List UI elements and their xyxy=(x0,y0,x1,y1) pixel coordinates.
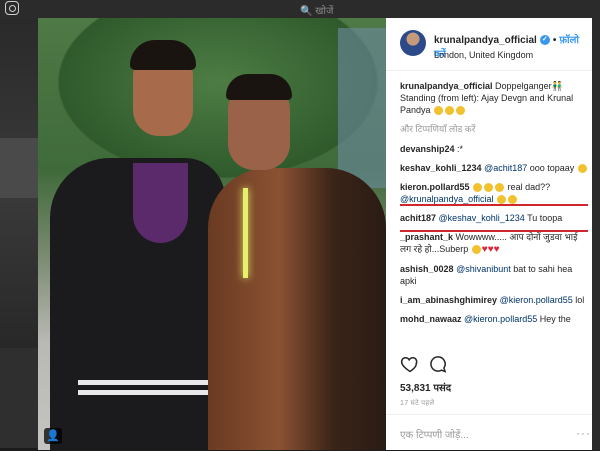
comment-item: i_am_abinashghimirey @kieron.pollard55 l… xyxy=(400,295,585,305)
instagram-icon[interactable] xyxy=(5,1,19,15)
post-time[interactable]: 17 घंटे पहले xyxy=(400,399,434,408)
background-header: 🔍 खोजें xyxy=(0,0,600,18)
comment-item: ashish_0028 @shivanibunt bat to sahi hea… xyxy=(400,264,573,286)
comment-item-highlighted: kieron.pollard55 real dad?? @krunalpandy… xyxy=(400,182,551,205)
post-location[interactable]: London, United Kingdom xyxy=(434,50,533,60)
post-panel: krunalpandya_official ✓ • फ़ॉलो करें London… xyxy=(386,18,592,450)
more-options-icon[interactable]: ··· xyxy=(576,426,591,440)
comment-item: keshav_kohli_1234 @achit187 ooo topaay xyxy=(400,162,588,174)
verified-icon: ✓ xyxy=(539,35,550,46)
load-more-comments[interactable]: और टिप्पणियाँ लोड करें xyxy=(400,123,588,135)
avatar[interactable] xyxy=(400,30,426,56)
search-hint[interactable]: 🔍 खोजें xyxy=(300,3,333,17)
comment-item: devanship24 :* xyxy=(400,144,464,154)
background-edge xyxy=(592,0,600,450)
caption: krunalpandya_official Doppelganger👬 Stan… xyxy=(400,81,574,116)
likes-count[interactable]: 53,831 पसंद xyxy=(400,380,451,394)
background-feed xyxy=(0,18,38,450)
comment-item: mohd_nawaaz @kieron.pollard55 Hey the xyxy=(400,314,571,324)
comments-list[interactable]: krunalpandya_official Doppelganger👬 Stan… xyxy=(400,80,588,352)
heart-icon[interactable] xyxy=(400,354,420,374)
post-username[interactable]: krunalpandya_official xyxy=(434,35,537,46)
add-comment: एक टिप्पणी जोड़ें... ··· xyxy=(386,414,592,451)
comment-icon[interactable] xyxy=(428,354,448,374)
highlight-box xyxy=(400,204,588,232)
comment-item: _prashant_k Wowwww..... आप दोनों जुडवा भ… xyxy=(400,232,578,255)
post-header: krunalpandya_official ✓ • फ़ॉलो करें London… xyxy=(386,18,592,71)
post-photo[interactable]: 👤 xyxy=(38,18,386,450)
add-comment-input[interactable]: एक टिप्पणी जोड़ें... xyxy=(400,427,469,441)
user-tag-icon[interactable]: 👤 xyxy=(44,428,62,444)
